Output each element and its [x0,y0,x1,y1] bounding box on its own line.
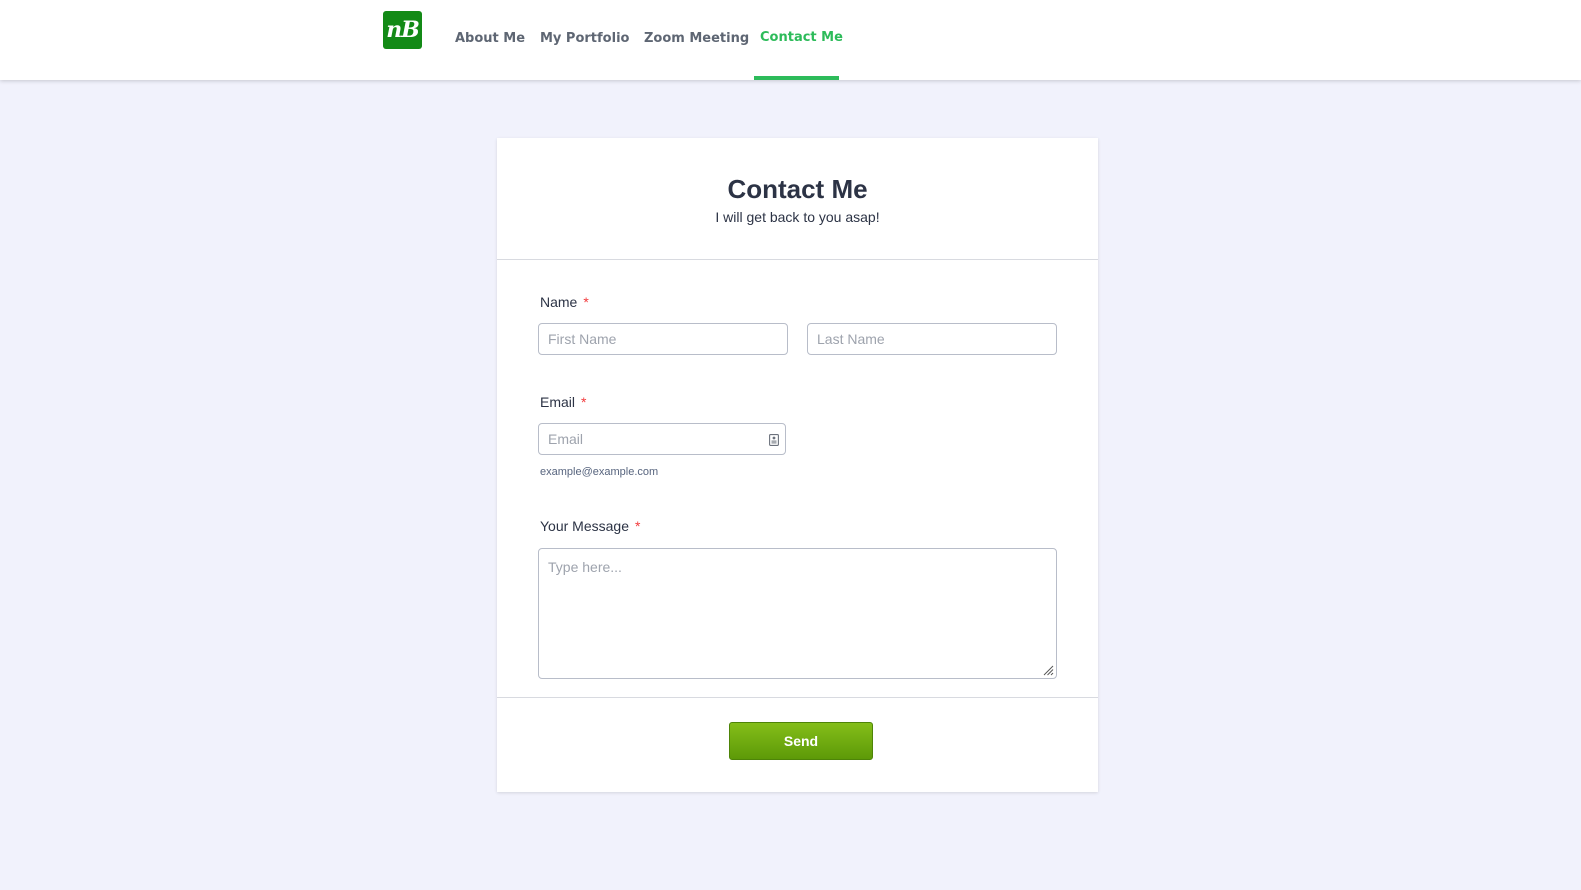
form-subtitle: I will get back to you asap! [715,209,880,225]
contact-card-icon [769,434,779,446]
site-logo[interactable]: nB [383,11,422,49]
nav-zoom-meeting[interactable]: Zoom Meeting [644,0,749,80]
contact-form: Contact Me I will get back to you asap! … [497,138,1098,792]
email-sublabel: example@example.com [540,466,659,478]
email-input[interactable] [538,423,786,455]
nav-about-me[interactable]: About Me [455,0,525,80]
nav-contact-me[interactable]: Contact Me [760,0,843,80]
email-label-text: Email [540,394,576,410]
send-button[interactable]: Send [729,722,873,760]
header-divider [497,259,1098,260]
message-textarea[interactable] [538,548,1057,679]
resize-handle-icon[interactable] [1043,665,1054,676]
required-mark: * [634,518,641,534]
name-label: Name * [540,294,589,310]
required-mark: * [581,394,587,410]
form-title: Contact Me [727,174,868,204]
message-label-text: Your Message [540,518,629,534]
required-mark: * [583,294,589,310]
email-label: Email * [540,394,586,410]
last-name-input[interactable] [807,323,1057,355]
name-label-text: Name [540,294,578,310]
footer-divider [497,697,1098,698]
message-label: Your Message * [540,518,640,534]
nav-my-portfolio[interactable]: My Portfolio [540,0,629,80]
top-navigation-bar: nB About Me My Portfolio Zoom Meeting Co… [0,0,1581,80]
first-name-input[interactable] [538,323,788,355]
active-nav-indicator [754,76,839,80]
